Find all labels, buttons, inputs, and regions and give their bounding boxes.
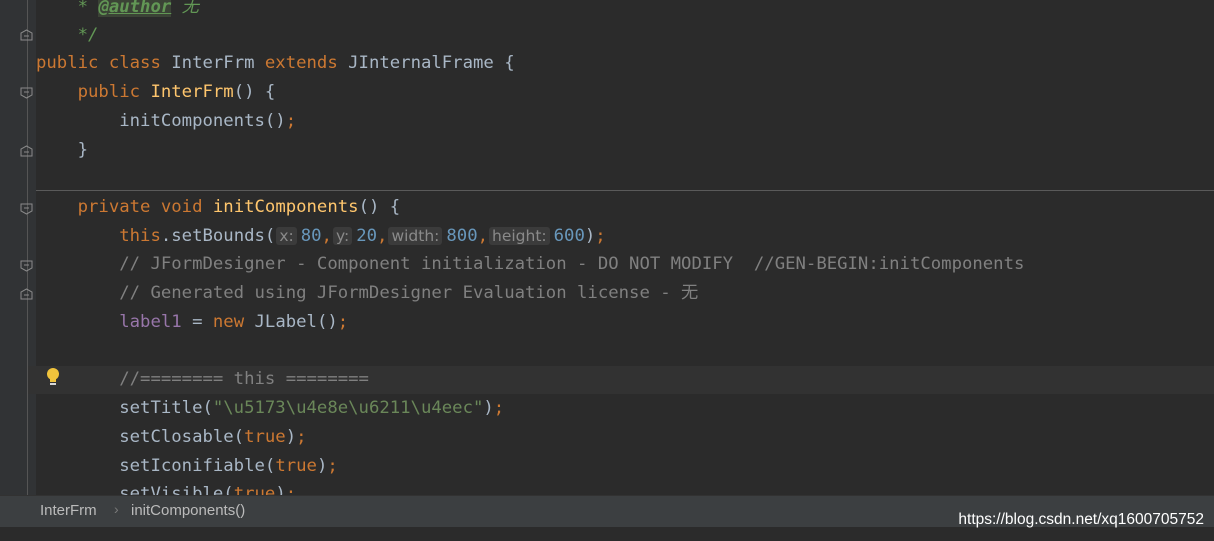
fold-marker-icon[interactable] [20,203,33,215]
bottom-strip [0,527,1214,541]
fold-marker-icon[interactable] [20,87,33,99]
code-line[interactable]: this.setBounds(x: 80, y: 20, width: 800, heigh… [36,222,605,251]
code-line[interactable]: } [36,136,88,165]
code-editor[interactable]: * @author 无 */ public class InterFrm ext… [0,0,1214,495]
fold-marker-icon[interactable] [20,29,33,41]
fold-marker-icon[interactable] [20,260,33,272]
watermark: https://blog.csdn.net/xq1600705752 [958,511,1204,528]
parameter-hint: height: [489,227,550,245]
code-line[interactable]: setVisible(true); [36,480,296,495]
code-line[interactable]: */ [36,21,99,50]
code-line[interactable]: label1 = new JLabel(); [36,308,348,337]
code-line[interactable]: initComponents(); [36,107,296,136]
fold-marker-icon[interactable] [20,145,33,157]
parameter-hint: y: [332,227,353,245]
code-line[interactable]: //======== this ======== [36,365,369,394]
code-line[interactable]: setClosable(true); [36,423,306,452]
breadcrumb-separator-icon: › [114,501,119,517]
breadcrumb-class[interactable]: InterFrm [40,502,97,519]
breadcrumb-method[interactable]: initComponents() [131,502,245,519]
code-line[interactable]: private void initComponents() { [36,193,401,222]
constructor-name: InterFrm [150,82,234,102]
code-line[interactable]: // Generated using JFormDesigner Evaluat… [36,279,698,308]
class-name: InterFrm [171,53,255,73]
method-name: initComponents [212,197,359,217]
code-line[interactable]: public class InterFrm extends JInternalF… [36,49,515,78]
code-line[interactable]: public InterFrm() { [36,78,276,107]
fold-marker-icon[interactable] [20,288,33,300]
code-line[interactable]: * @author 无 [36,0,199,22]
parameter-hint: width: [388,227,443,245]
method-separator [36,190,1214,191]
editor-gutter[interactable] [0,0,36,495]
code-line[interactable]: setTitle("\u5173\u4e8e\u6211\u4eec"); [36,394,504,423]
javadoc-author-tag: @author [98,0,172,17]
gutter-divider [27,0,28,495]
code-line[interactable]: setIconifiable(true); [36,452,338,481]
parameter-hint: x: [276,227,297,245]
code-line[interactable]: // JFormDesigner - Component initializat… [36,250,1024,279]
